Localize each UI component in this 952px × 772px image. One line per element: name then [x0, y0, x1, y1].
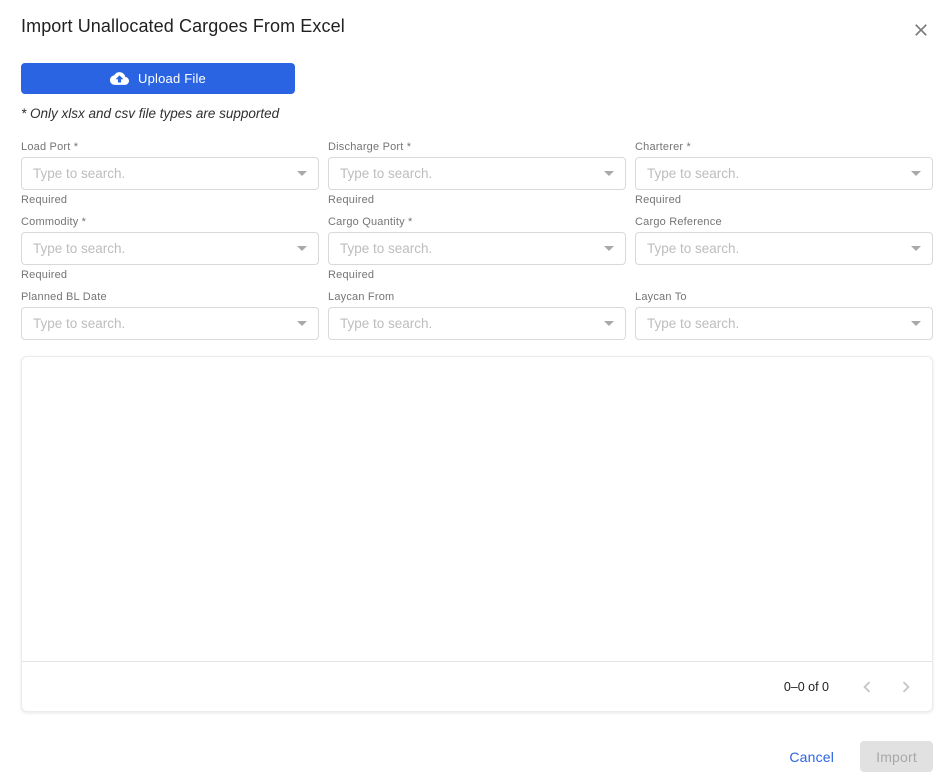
cargo-form: Load Port * Required Discharge Port * Re… [21, 141, 933, 340]
preview-table-panel: 0–0 of 0 [21, 355, 933, 712]
laycan-to-label: Laycan To [635, 290, 687, 303]
commodity-select[interactable] [21, 231, 319, 265]
import-button[interactable]: Import [860, 741, 933, 772]
laycan-from-select[interactable] [328, 306, 626, 340]
upload-file-button[interactable]: Upload File [21, 63, 295, 94]
charterer-label: Charterer * [635, 140, 691, 153]
cancel-button[interactable]: Cancel [787, 743, 836, 771]
helper-spacer [635, 269, 933, 281]
cargo-reference-select[interactable] [635, 231, 933, 265]
cargo-quantity-select[interactable] [328, 231, 626, 265]
planned-bl-date-select[interactable] [21, 306, 319, 340]
dialog-header: Import Unallocated Cargoes From Excel [21, 14, 933, 42]
chevron-down-icon[interactable] [604, 321, 614, 327]
field-charterer: Charterer * Required [635, 141, 933, 206]
cargo-quantity-input[interactable] [328, 231, 626, 265]
field-load-port: Load Port * Required [21, 141, 319, 206]
required-helper: Required [21, 193, 68, 206]
laycan-to-select[interactable] [635, 306, 933, 340]
dialog-actions: Cancel Import [21, 741, 933, 772]
next-page-button[interactable] [894, 675, 918, 699]
field-laycan-to: Laycan To [635, 291, 933, 340]
field-cargo-quantity: Cargo Quantity * Required [328, 216, 626, 281]
laycan-from-label: Laycan From [328, 290, 395, 303]
commodity-input[interactable] [21, 231, 319, 265]
preview-table-empty-body [22, 357, 932, 661]
chevron-down-icon[interactable] [911, 321, 921, 327]
field-cargo-reference: Cargo Reference [635, 216, 933, 281]
required-helper: Required [635, 193, 682, 206]
planned-bl-date-input[interactable] [21, 306, 319, 340]
load-port-label: Load Port * [21, 140, 79, 153]
chevron-right-icon [902, 681, 910, 692]
laycan-from-input[interactable] [328, 306, 626, 340]
chevron-down-icon[interactable] [297, 246, 307, 252]
dialog-title: Import Unallocated Cargoes From Excel [21, 16, 345, 36]
charterer-input[interactable] [635, 156, 933, 190]
load-port-input[interactable] [21, 156, 319, 190]
charterer-select[interactable] [635, 156, 933, 190]
close-icon [915, 24, 927, 36]
chevron-left-icon [863, 681, 871, 692]
required-helper: Required [328, 193, 375, 206]
file-type-note: * Only xlsx and csv file types are suppo… [21, 105, 280, 121]
cloud-upload-icon [110, 71, 130, 85]
required-helper: Required [328, 268, 375, 281]
field-laycan-from: Laycan From [328, 291, 626, 340]
previous-page-button[interactable] [855, 675, 879, 699]
chevron-down-icon[interactable] [604, 246, 614, 252]
close-button[interactable] [909, 18, 933, 42]
pagination-range: 0–0 of 0 [783, 679, 829, 694]
cargo-quantity-label: Cargo Quantity * [328, 215, 413, 228]
load-port-select[interactable] [21, 156, 319, 190]
chevron-down-icon[interactable] [911, 171, 921, 177]
table-pagination-bar: 0–0 of 0 [22, 661, 932, 711]
discharge-port-select[interactable] [328, 156, 626, 190]
chevron-down-icon[interactable] [604, 171, 614, 177]
planned-bl-date-label: Planned BL Date [21, 290, 107, 303]
cargo-reference-input[interactable] [635, 231, 933, 265]
import-cargoes-dialog: Import Unallocated Cargoes From Excel Up… [0, 0, 952, 772]
commodity-label: Commodity * [21, 215, 87, 228]
chevron-down-icon[interactable] [297, 321, 307, 327]
laycan-to-input[interactable] [635, 306, 933, 340]
discharge-port-label: Discharge Port * [328, 140, 412, 153]
upload-file-label: Upload File [138, 70, 206, 86]
field-commodity: Commodity * Required [21, 216, 319, 281]
field-planned-bl-date: Planned BL Date [21, 291, 319, 340]
discharge-port-input[interactable] [328, 156, 626, 190]
field-discharge-port: Discharge Port * Required [328, 141, 626, 206]
cargo-reference-label: Cargo Reference [635, 215, 722, 228]
chevron-down-icon[interactable] [297, 171, 307, 177]
required-helper: Required [21, 268, 68, 281]
chevron-down-icon[interactable] [911, 246, 921, 252]
